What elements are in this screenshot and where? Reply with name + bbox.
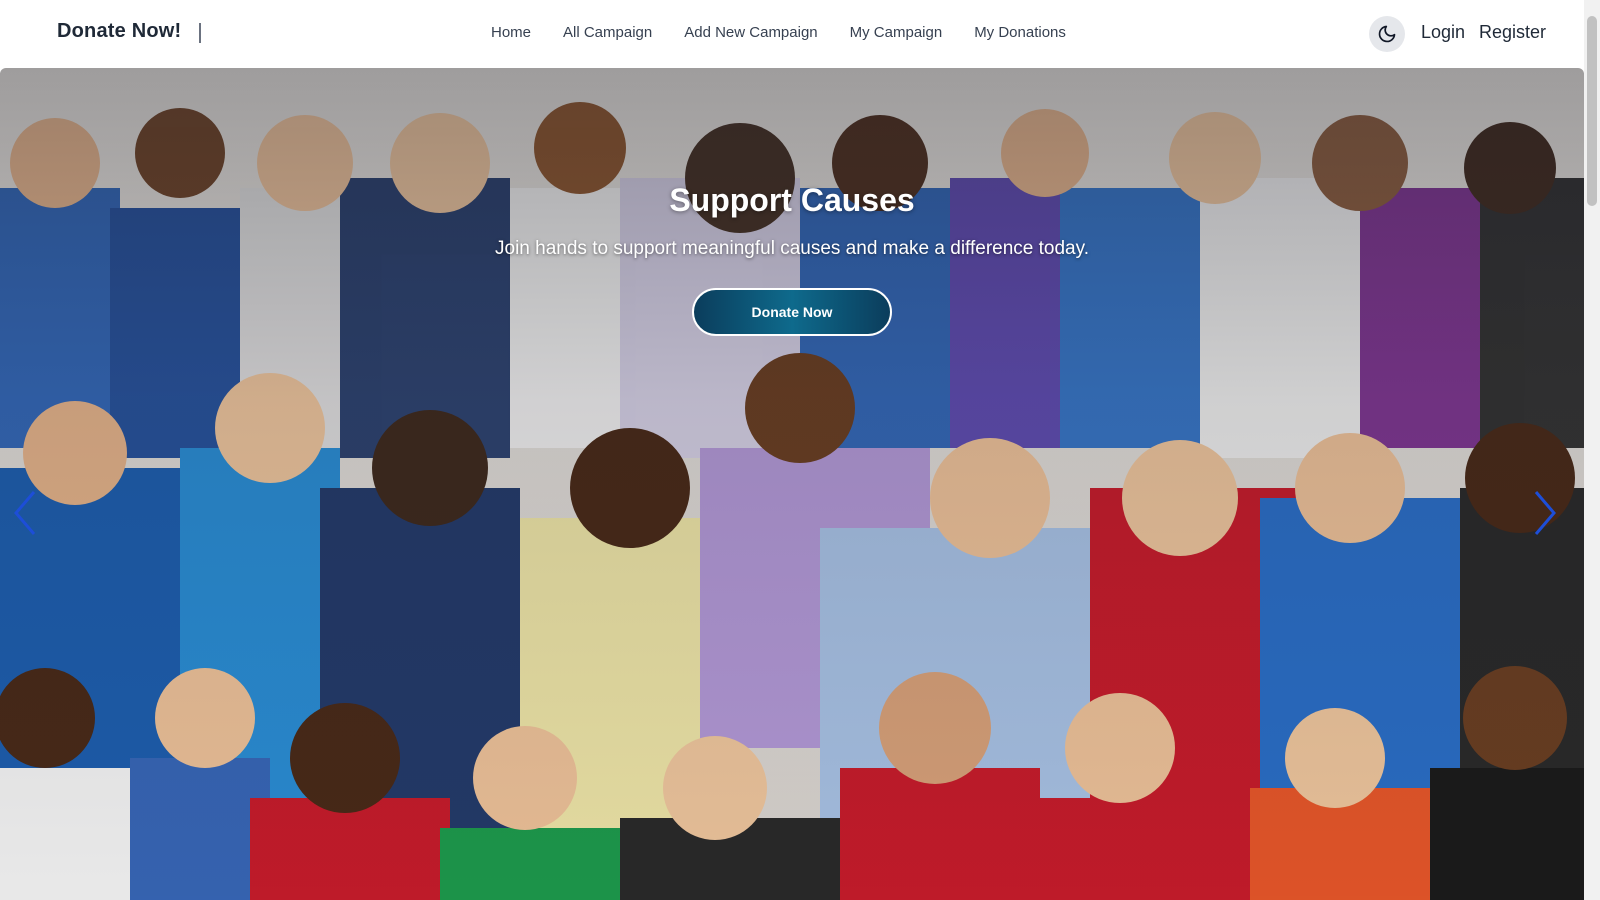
hero-subtitle: Join hands to support meaningful causes … <box>495 238 1089 259</box>
moon-icon <box>1378 25 1396 43</box>
nav-home[interactable]: Home <box>491 24 531 41</box>
hero-carousel: Support Causes Join hands to support mea… <box>0 68 1584 900</box>
login-link[interactable]: Login <box>1421 22 1465 43</box>
theme-toggle-button[interactable] <box>1369 16 1405 52</box>
navbar: Donate Now! Home All Campaign Add New Ca… <box>0 0 1584 68</box>
main-nav: Home All Campaign Add New Campaign My Ca… <box>491 24 1098 41</box>
scrollbar-thumb[interactable] <box>1587 16 1597 206</box>
nav-my-campaign[interactable]: My Campaign <box>850 24 943 41</box>
donate-now-button[interactable]: Donate Now <box>692 288 892 336</box>
nav-add-new-campaign[interactable]: Add New Campaign <box>684 24 817 41</box>
nav-my-donations[interactable]: My Donations <box>974 24 1066 41</box>
chevron-left-icon <box>14 491 36 535</box>
nav-all-campaign[interactable]: All Campaign <box>563 24 652 41</box>
brand-logo[interactable]: Donate Now! <box>57 20 181 43</box>
page-scrollbar[interactable] <box>1584 0 1600 900</box>
register-link[interactable]: Register <box>1479 22 1546 43</box>
carousel-next-button[interactable] <box>1530 488 1560 538</box>
chevron-right-icon <box>1534 491 1556 535</box>
carousel-prev-button[interactable] <box>10 488 40 538</box>
hero-title: Support Causes <box>669 182 915 218</box>
brand-divider <box>199 23 201 43</box>
